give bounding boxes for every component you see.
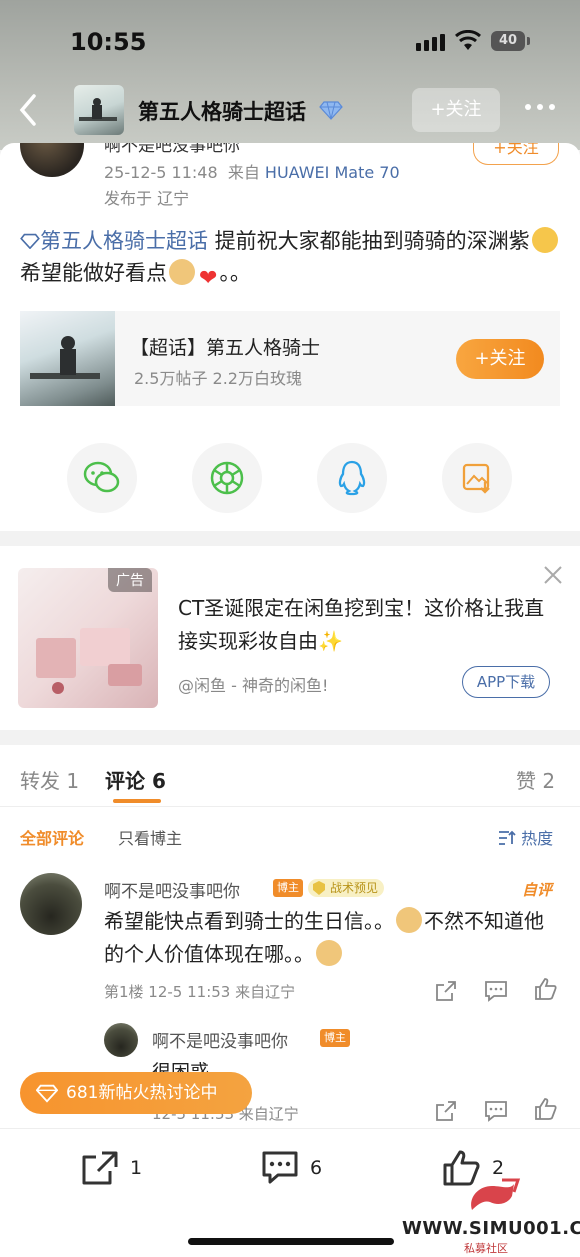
- comment-button[interactable]: 6: [260, 1149, 322, 1187]
- share-icon[interactable]: [434, 979, 458, 1003]
- tab-comment[interactable]: 评论 6: [105, 765, 166, 794]
- share-row: [0, 443, 580, 515]
- diamond-icon: [36, 1084, 58, 1103]
- ad-card[interactable]: 广告 CT圣诞限定在闲鱼挖到宝！这价格让我直接实现彩妆自由✨ @闲鱼 - 神奇的…: [0, 546, 580, 730]
- ad-source: @闲鱼 - 神奇的闲鱼!: [178, 676, 329, 695]
- comment-text: 希望能快点看到骑士的生日信。。 不然不知道他的个人价值体现在哪。。: [104, 905, 560, 971]
- close-icon[interactable]: [542, 564, 564, 586]
- repost-button[interactable]: 1: [80, 1149, 142, 1187]
- post-text-2: 希望能做好看点: [20, 261, 167, 285]
- supertopic-thumbnail: [20, 311, 115, 406]
- hot-discussion-pill[interactable]: 681新帖火热讨论中: [20, 1072, 252, 1114]
- heart-emoji-icon: ❤: [199, 266, 218, 291]
- post-text-1: 提前祝大家都能抽到骑骑的深渊紫: [208, 229, 530, 253]
- reply-op-badge: 博主: [320, 1029, 350, 1047]
- comment-text-a: 希望能快点看到骑士的生日信。。: [104, 909, 394, 933]
- wifi-icon: [455, 30, 481, 50]
- like-icon[interactable]: [534, 977, 558, 1001]
- reply-avatar[interactable]: [104, 1023, 138, 1057]
- battery-icon: 40: [491, 31, 530, 51]
- app-download-button[interactable]: APP下载: [462, 666, 550, 698]
- tab-like[interactable]: 赞 2: [516, 765, 555, 794]
- comment-tabs: 转发 1 评论 6 赞 2: [0, 745, 580, 807]
- watermark-logo-icon: [471, 1178, 521, 1210]
- diamond-icon: [319, 101, 343, 120]
- ad-tag: 广告: [108, 568, 152, 592]
- sort-hot-label: 热度: [521, 829, 554, 848]
- back-icon[interactable]: [14, 92, 44, 128]
- signal-icon: [416, 34, 445, 51]
- supertopic-stats: 2.5万帖子 2.2万白玫瑰: [134, 369, 302, 388]
- reply-icon[interactable]: [484, 979, 508, 1003]
- home-indicator[interactable]: [188, 1238, 394, 1245]
- tactic-badge: 战术预见: [308, 879, 385, 897]
- wechat-icon[interactable]: [67, 443, 137, 513]
- tactic-label: 战术预见: [330, 881, 379, 895]
- doge-emoji-icon: [169, 259, 195, 285]
- pray-emoji-icon: [531, 227, 558, 253]
- watermark-sub: 私募社区: [464, 1242, 508, 1255]
- ad-title[interactable]: CT圣诞限定在闲鱼挖到宝！这价格让我直接实现彩妆自由✨: [178, 592, 558, 658]
- post-meta: 25-12-5 11:48 来自 HUAWEI Mate 70: [104, 159, 400, 183]
- sort-icon: [499, 830, 516, 845]
- like-icon[interactable]: [534, 1097, 558, 1121]
- qq-icon[interactable]: [317, 443, 387, 513]
- commenter-avatar[interactable]: [20, 873, 82, 935]
- save-image-icon[interactable]: [442, 443, 512, 513]
- tab-underline: [113, 799, 161, 803]
- self-comment-tag: 自评: [522, 881, 553, 899]
- page-title: 第五人格骑士超话: [138, 100, 306, 124]
- watermark: WWW.SIMU001.CN 私募社区: [402, 1176, 580, 1255]
- post-text: 第五人格骑士超话 提前祝大家都能抽到骑骑的深渊紫希望能做好看点 ❤。。: [20, 225, 560, 291]
- supertopic-name: 【超话】第五人格骑士: [130, 337, 321, 359]
- post-text-3: 。。: [219, 261, 251, 285]
- reply-name[interactable]: 啊不是吧没事吧你: [152, 1027, 288, 1052]
- comment-meta: 第1楼 12-5 11:53 来自辽宁: [104, 983, 296, 1001]
- supertopic-avatar[interactable]: [74, 85, 124, 135]
- author-name[interactable]: 啊不是吧没事吧你: [104, 143, 240, 156]
- supertopic-follow-button[interactable]: +关注: [456, 339, 544, 379]
- filter-all-comments[interactable]: 全部评论: [20, 825, 84, 849]
- share-icon[interactable]: [434, 1099, 458, 1123]
- watermark-text: WWW.SIMU001.CN: [402, 1218, 580, 1239]
- moments-icon[interactable]: [192, 443, 262, 513]
- post-location: 发布于 辽宁: [104, 189, 190, 208]
- post-source-prefix: 来自: [227, 163, 260, 182]
- tab-repost[interactable]: 转发 1: [20, 765, 79, 794]
- header: 10:55 40 第五人格骑士超话 +关注: [0, 0, 580, 150]
- doge-emoji-icon: [396, 907, 422, 933]
- status-bar: 10:55 40: [0, 0, 580, 80]
- follow-button[interactable]: +关注: [412, 88, 500, 132]
- status-time: 10:55: [70, 28, 147, 56]
- post-card: 啊不是吧没事吧你 +关注 25-12-5 11:48 来自 HUAWEI Mat…: [0, 143, 580, 531]
- sort-hot[interactable]: 热度: [498, 825, 553, 849]
- reply-icon[interactable]: [484, 1099, 508, 1123]
- level-icon: [313, 881, 325, 895]
- repost-count: 1: [130, 1157, 143, 1179]
- author-follow-button[interactable]: +关注: [473, 143, 559, 165]
- topic-link[interactable]: 第五人格骑士超话: [40, 229, 208, 253]
- comment-count: 6: [310, 1157, 323, 1179]
- filter-op-only[interactable]: 只看博主: [118, 825, 182, 849]
- author-avatar[interactable]: [20, 143, 84, 177]
- more-icon[interactable]: [525, 104, 555, 110]
- repost-icon: [82, 1151, 118, 1185]
- comment-icon: [262, 1151, 298, 1184]
- post-date: 25-12-5 11:48: [104, 163, 218, 182]
- topic-diamond-icon: [20, 233, 40, 250]
- post-device[interactable]: HUAWEI Mate 70: [265, 163, 400, 182]
- hot-discussion-label: 681新帖火热讨论中: [66, 1083, 218, 1103]
- commenter-name[interactable]: 啊不是吧没事吧你: [104, 877, 240, 902]
- op-badge: 博主: [273, 879, 303, 897]
- supertopic-card[interactable]: 【超话】第五人格骑士 2.5万帖子 2.2万白玫瑰 +关注: [20, 311, 560, 406]
- doge-emoji-icon: [316, 940, 342, 966]
